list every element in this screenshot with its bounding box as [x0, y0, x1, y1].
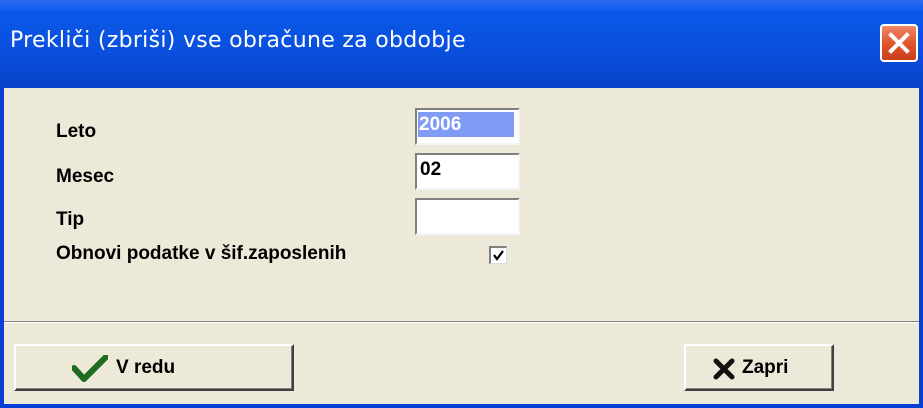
window-close-button[interactable] [880, 24, 918, 62]
close-button[interactable]: Zapri [684, 344, 834, 391]
ok-button[interactable]: V redu [14, 344, 294, 391]
month-field[interactable]: 02 [415, 153, 520, 190]
checkmark-icon [72, 355, 108, 382]
dialog-window: Prekliči (zbriši) vse obračune za obdobj… [0, 0, 923, 408]
close-label: Zapri [742, 357, 789, 378]
window-frame-bottom [0, 404, 923, 408]
refresh-label: Obnovi podatke v šif.zaposlenih [56, 243, 347, 264]
year-value: 2006 [418, 112, 514, 137]
checkmark-icon [493, 250, 504, 261]
month-label: Mesec [56, 166, 115, 187]
title-bar[interactable]: Prekliči (zbriši) vse obračune za obdobj… [0, 0, 923, 88]
month-value: 02 [420, 159, 442, 180]
year-field[interactable]: 2006 [415, 108, 520, 145]
close-icon [888, 32, 910, 54]
dialog-body: Leto 2006 Mesec 02 Tip Obnovi podatke v … [4, 88, 919, 408]
window-title: Prekliči (zbriši) vse obračune za obdobj… [10, 28, 466, 53]
type-label: Tip [56, 209, 85, 230]
divider-highlight [4, 322, 919, 323]
ok-label: V redu [116, 357, 176, 378]
year-label: Leto [56, 121, 97, 142]
x-icon [713, 358, 735, 380]
type-field[interactable] [415, 198, 520, 235]
refresh-checkbox[interactable] [489, 246, 507, 264]
